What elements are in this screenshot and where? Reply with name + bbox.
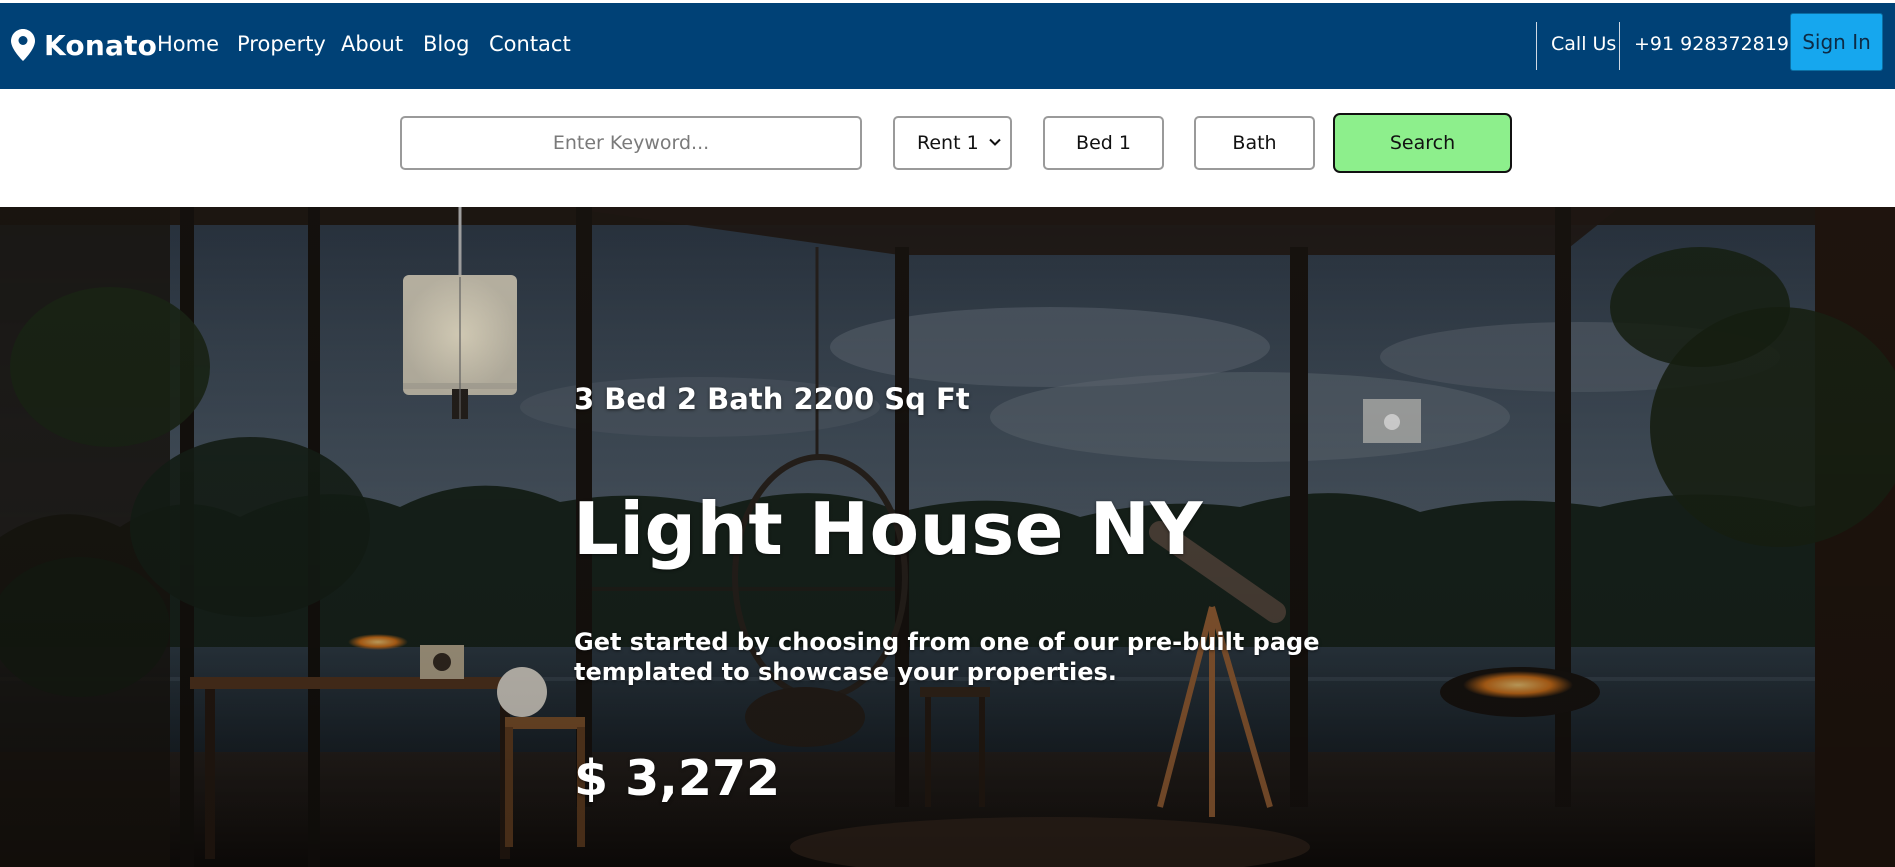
listing-type-value: Rent 1 bbox=[917, 132, 979, 154]
nav-link-home[interactable]: Home bbox=[157, 32, 219, 56]
sign-in-button[interactable]: Sign In bbox=[1790, 13, 1883, 71]
nav-link-contact[interactable]: Contact bbox=[489, 32, 571, 56]
property-price: $ 3,272 bbox=[574, 750, 781, 807]
nav-divider bbox=[1619, 22, 1620, 70]
brand-name: Konato bbox=[44, 28, 158, 62]
top-navbar: Konato Home Property About Blog Contact … bbox=[0, 3, 1895, 89]
keyword-search-input[interactable] bbox=[400, 116, 862, 170]
property-features: 3 Bed 2 Bath 2200 Sq Ft bbox=[574, 382, 970, 416]
chevron-down-icon bbox=[989, 138, 1001, 146]
brand-logo[interactable]: Konato bbox=[11, 25, 157, 65]
bed-filter-button[interactable]: Bed 1 bbox=[1043, 116, 1164, 170]
bath-filter-button[interactable]: Bath bbox=[1194, 116, 1315, 170]
nav-link-about[interactable]: About bbox=[341, 32, 403, 56]
call-us-label: Call Us bbox=[1551, 33, 1617, 55]
property-search-bar: Rent 1 Bed 1 Bath Search bbox=[0, 89, 1895, 207]
listing-type-select[interactable]: Rent 1 bbox=[893, 116, 1012, 170]
phone-number[interactable]: +91 9283728190 bbox=[1634, 33, 1801, 55]
nav-divider bbox=[1536, 22, 1537, 70]
nav-link-property[interactable]: Property bbox=[237, 32, 326, 56]
search-button[interactable]: Search bbox=[1333, 113, 1512, 173]
nav-link-blog[interactable]: Blog bbox=[423, 32, 469, 56]
property-title: Light House NY bbox=[573, 487, 1203, 571]
hero-banner: 3 Bed 2 Bath 2200 Sq Ft Light House NY G… bbox=[0, 207, 1895, 867]
property-description: Get started by choosing from one of our … bbox=[574, 628, 1320, 686]
map-pin-icon bbox=[11, 29, 35, 61]
